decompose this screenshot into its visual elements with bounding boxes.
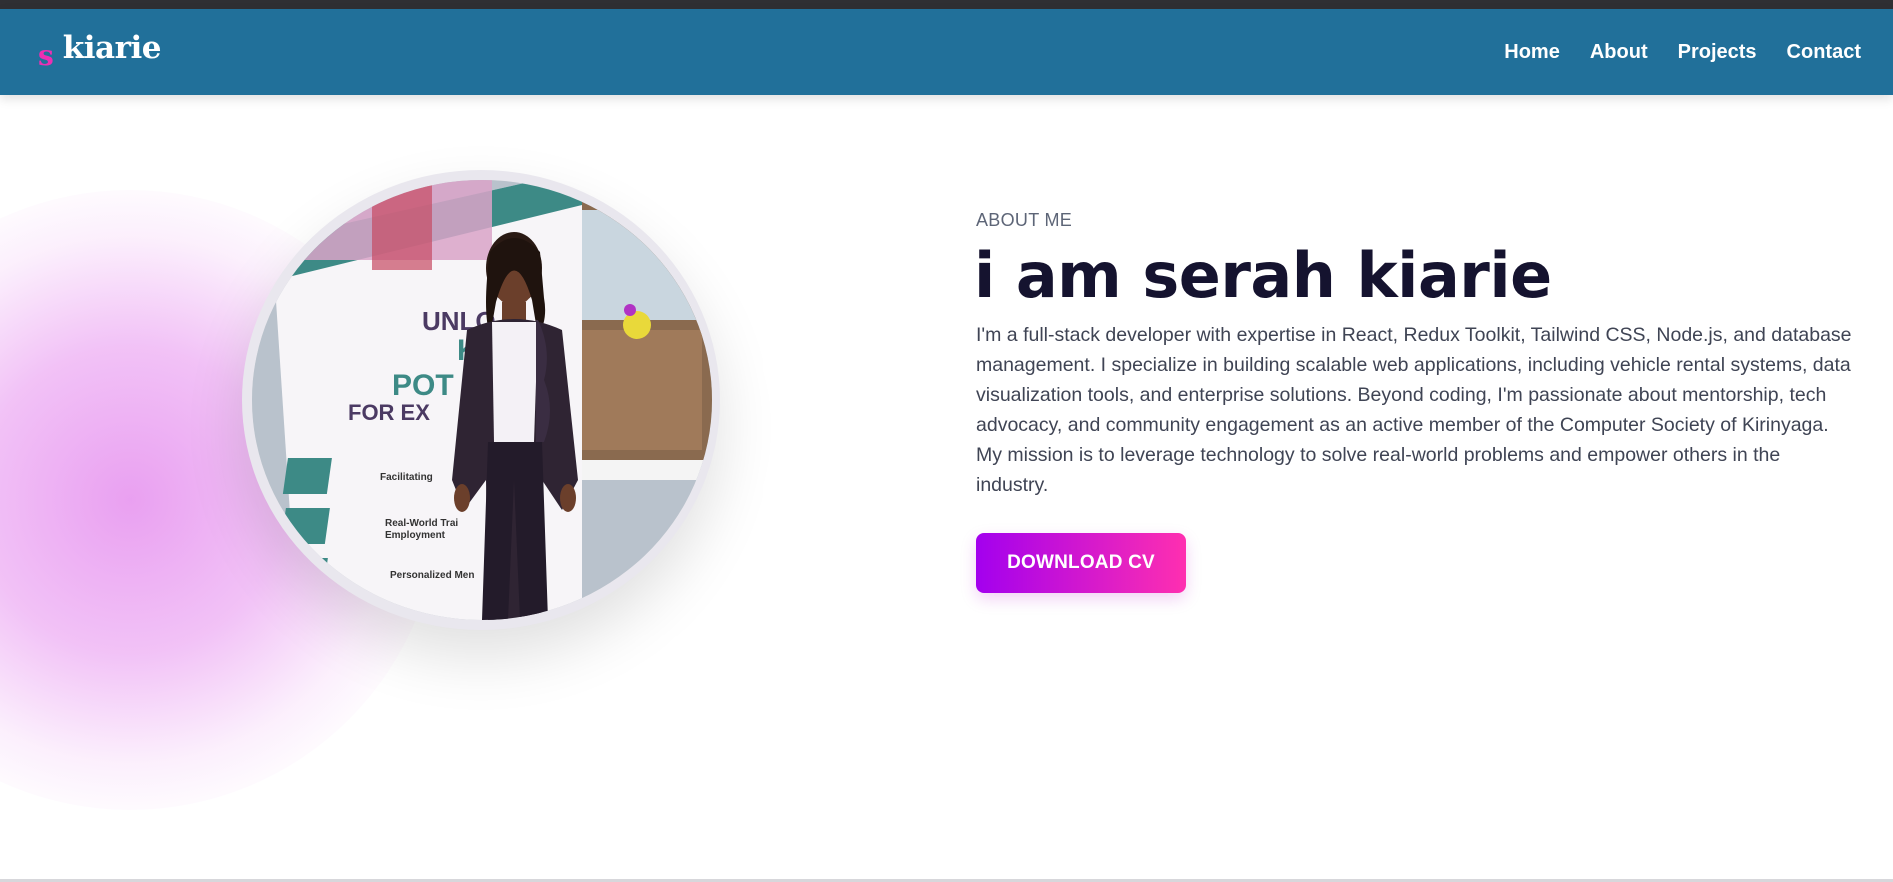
banner-text-4: FOR EX xyxy=(348,400,430,425)
download-cv-button[interactable]: DOWNLOAD CV xyxy=(976,533,1186,593)
nav-link-about[interactable]: About xyxy=(1590,41,1648,64)
nav-link-projects[interactable]: Projects xyxy=(1678,41,1757,64)
banner-item-1: Facilitating xyxy=(380,472,433,483)
brand-logo[interactable]: s kiarie xyxy=(38,30,162,70)
banner-text-3: POT xyxy=(392,369,454,402)
profile-photo: UNLO KE POT FOR EX Facilitating Real-Wor… xyxy=(252,180,712,620)
browser-top-bar xyxy=(0,0,1893,9)
nav-links: Home About Projects Contact xyxy=(1504,41,1861,64)
navbar: s kiarie Home About Projects Contact xyxy=(0,9,1893,95)
banner-item-2: Real-World Trai xyxy=(385,518,458,529)
nav-link-home[interactable]: Home xyxy=(1504,41,1560,64)
brand-initial: s xyxy=(38,39,54,72)
banner-item-3: Employment xyxy=(385,530,446,541)
section-label: ABOUT ME xyxy=(976,210,1073,230)
brand-name: kiarie xyxy=(62,30,162,66)
banner-item-4: Personalized Men xyxy=(390,570,474,581)
bio-paragraph: I'm a full-stack developer with expertis… xyxy=(976,324,1852,496)
nav-link-contact[interactable]: Contact xyxy=(1787,41,1861,64)
page-title: i am serah kiarie xyxy=(974,239,1552,312)
